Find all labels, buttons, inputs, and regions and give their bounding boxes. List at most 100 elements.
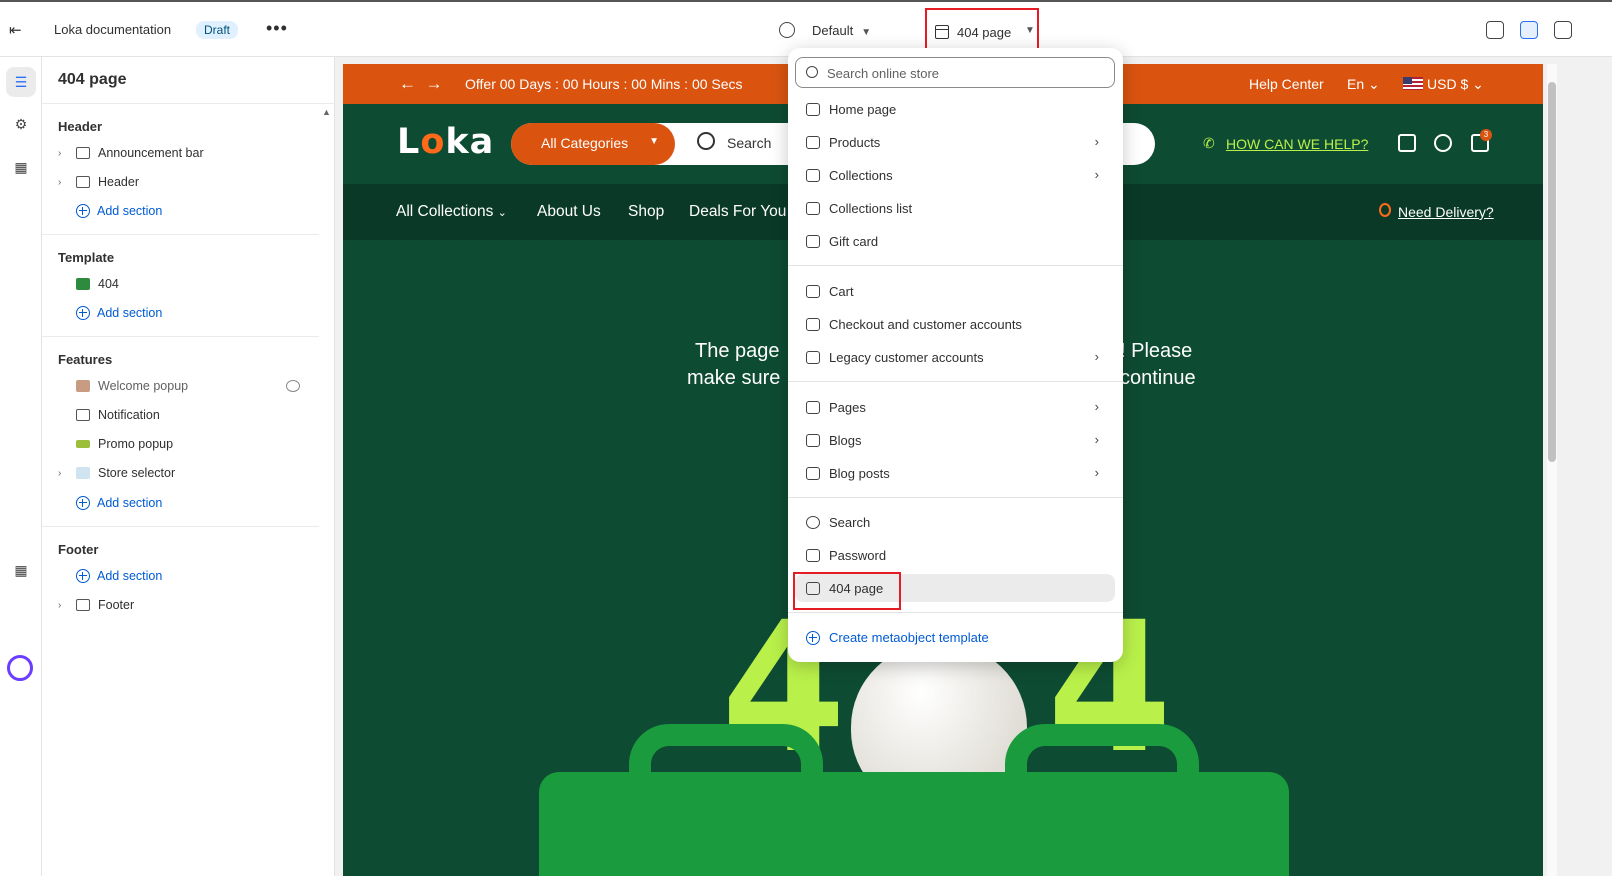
- section-item-notification[interactable]: Notification: [76, 405, 160, 425]
- search-icon: [806, 515, 820, 529]
- section-item-404[interactable]: 404: [76, 274, 119, 294]
- create-label: Create metaobject template: [829, 630, 989, 645]
- menu-item-search[interactable]: Search: [795, 508, 1115, 536]
- section-item-welcome-popup[interactable]: Welcome popup: [76, 376, 188, 396]
- store-logo[interactable]: Loka: [397, 122, 494, 162]
- menu-item-cart[interactable]: Cart: [795, 277, 1115, 305]
- add-section-button[interactable]: Add section: [76, 569, 162, 583]
- search-input[interactable]: Search online store: [795, 57, 1115, 88]
- left-rail: ☰ ⚙ ▦ ▦: [0, 57, 42, 876]
- chevron-right-icon[interactable]: ›: [58, 148, 76, 159]
- divider: [42, 336, 319, 337]
- message-line: continue: [1120, 367, 1196, 389]
- language-select[interactable]: En ⌄: [1347, 76, 1380, 93]
- app-blocks-icon[interactable]: ▦: [6, 555, 36, 585]
- page-title: 404 page: [58, 71, 127, 88]
- exit-icon[interactable]: ⇤: [9, 21, 27, 39]
- nav-item-all-collections[interactable]: All Collections ⌄: [396, 203, 507, 221]
- plus-circle-icon: [76, 569, 90, 583]
- add-section-button[interactable]: Add section: [76, 204, 162, 218]
- menu-item-label: Home page: [829, 101, 897, 117]
- theme-select[interactable]: Default ▼: [812, 23, 871, 38]
- menu-item-products[interactable]: Products ›: [795, 128, 1115, 156]
- store-icon[interactable]: [1398, 134, 1416, 152]
- menu-item-blog-posts[interactable]: Blog posts ›: [795, 459, 1115, 487]
- section-item-store-selector[interactable]: › Store selector: [58, 463, 175, 483]
- chevron-down-icon: ⌄: [497, 207, 507, 219]
- plus-circle-icon: [76, 496, 90, 510]
- menu-item-label: Search: [829, 514, 871, 530]
- menu-item-label: Blog posts: [829, 465, 890, 481]
- menu-item-password[interactable]: Password: [795, 541, 1115, 569]
- search-placeholder: Search online store: [827, 66, 940, 81]
- preview-scrollbar[interactable]: [1547, 64, 1557, 876]
- currency-select[interactable]: USD $ ⌄: [1427, 76, 1484, 93]
- group-title-footer: Footer: [58, 542, 99, 557]
- nav-item-shop[interactable]: Shop: [628, 203, 664, 221]
- search-icon: [806, 66, 818, 78]
- selected-item-highlight: [793, 572, 901, 610]
- menu-item-checkout[interactable]: Checkout and customer accounts: [795, 310, 1115, 338]
- offer-countdown: Offer 00 Days : 00 Hours : 00 Mins : 00 …: [465, 76, 743, 92]
- arrow-left-right-icon[interactable]: ← →: [399, 74, 442, 94]
- status-badge: Draft: [196, 21, 239, 39]
- chevron-right-icon[interactable]: ›: [58, 468, 76, 479]
- menu-item-home-page[interactable]: Home page: [795, 95, 1115, 123]
- not-found-message-left: The page make sure: [687, 338, 780, 392]
- inspector-icon[interactable]: [1520, 21, 1538, 39]
- nav-item-deals[interactable]: Deals For You: [689, 203, 786, 221]
- add-section-button[interactable]: Add section: [76, 306, 162, 320]
- assistant-icon[interactable]: [7, 655, 33, 681]
- section-item-header[interactable]: › Header: [58, 172, 139, 192]
- page-template-dropdown: Search online store Home page Products › …: [788, 48, 1123, 662]
- need-delivery-link[interactable]: Need Delivery?: [1398, 204, 1494, 220]
- menu-item-pages[interactable]: Pages ›: [795, 393, 1115, 421]
- section-icon: [76, 147, 90, 159]
- divider: [42, 103, 334, 104]
- search-placeholder[interactable]: Search: [727, 135, 771, 151]
- message-line: ! Please: [1120, 340, 1193, 362]
- scroll-up-icon[interactable]: ▲: [322, 107, 331, 117]
- create-metaobject-template-button[interactable]: Create metaobject template: [806, 630, 989, 645]
- section-item-promo-popup[interactable]: Promo popup: [76, 434, 173, 454]
- section-thumbnail-icon: [76, 380, 90, 392]
- eye-off-icon[interactable]: [286, 380, 300, 392]
- section-item-footer[interactable]: › Footer: [58, 595, 134, 615]
- plus-circle-icon: [806, 630, 820, 645]
- section-item-announcement-bar[interactable]: › Announcement bar: [58, 143, 204, 163]
- group-title-template: Template: [58, 250, 115, 265]
- section-label: Store selector: [98, 466, 176, 480]
- chevron-right-icon[interactable]: ›: [58, 177, 76, 188]
- chevron-right-icon: ›: [1094, 465, 1099, 480]
- menu-item-label: Gift card: [829, 233, 879, 249]
- scrollbar-thumb[interactable]: [1548, 82, 1556, 462]
- preview-toggle-icon[interactable]: [1486, 21, 1504, 39]
- settings-gear-icon[interactable]: ⚙: [6, 109, 36, 139]
- divider: [788, 612, 1123, 613]
- sections-icon[interactable]: ☰: [6, 67, 36, 97]
- menu-item-legacy-accounts[interactable]: Legacy customer accounts ›: [795, 343, 1115, 371]
- chevron-right-icon: ›: [1094, 432, 1099, 447]
- chevron-right-icon[interactable]: ›: [58, 600, 76, 611]
- menu-item-collections-list[interactable]: Collections list: [795, 194, 1115, 222]
- all-categories-button[interactable]: All Categories ▼: [511, 123, 675, 165]
- account-icon[interactable]: [1434, 134, 1452, 152]
- menu-item-blogs[interactable]: Blogs ›: [795, 426, 1115, 454]
- help-center-link[interactable]: Help Center: [1249, 76, 1324, 92]
- collection-icon: [806, 168, 820, 182]
- chevron-right-icon: ›: [1094, 349, 1099, 364]
- menu-item-collections[interactable]: Collections ›: [795, 161, 1115, 189]
- help-link[interactable]: HOW CAN WE HELP?: [1226, 136, 1368, 152]
- device-preview-icon[interactable]: [1554, 21, 1572, 39]
- globe-icon: [779, 22, 795, 38]
- divider: [42, 234, 319, 235]
- nav-item-about-us[interactable]: About Us: [537, 203, 601, 221]
- person-icon: [806, 350, 820, 364]
- apps-icon[interactable]: ▦: [6, 152, 36, 182]
- add-section-button[interactable]: Add section: [76, 496, 162, 510]
- add-section-label: Add section: [97, 496, 163, 510]
- more-actions-button[interactable]: •••: [266, 18, 288, 39]
- section-label: 404: [98, 277, 119, 291]
- divider: [788, 381, 1123, 382]
- menu-item-gift-card[interactable]: Gift card: [795, 227, 1115, 255]
